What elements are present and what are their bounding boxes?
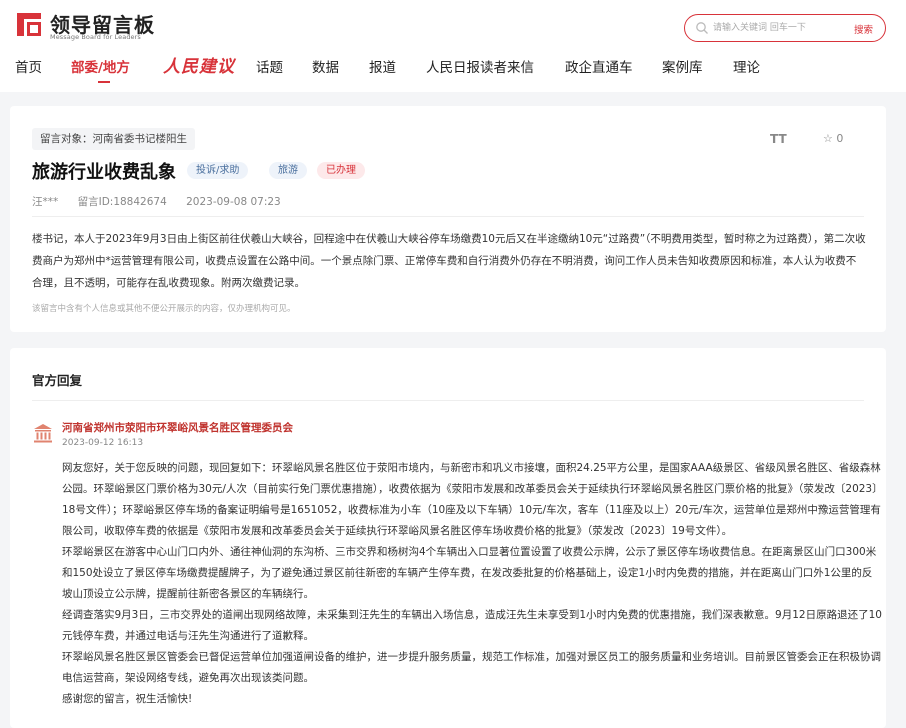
reply-paragraph: 感谢您的留言，祝生活愉快! (62, 693, 193, 705)
logo-subtitle: Message Board for Leaders (50, 33, 141, 41)
nav-reports[interactable]: 报道 (369, 56, 396, 76)
reply-body: 网友您好，关于您反映的问题，现回复如下：环翠峪风景名胜区位于荥阳市境内，与新密市… (62, 458, 882, 710)
nav-people-suggestions[interactable]: 人民建议 (163, 52, 235, 77)
reply-paragraph: 环翠峪风景名胜区景区管委会已督促运营单位加强道闸设备的维护，进一步提升服务质量，… (62, 651, 881, 684)
nav-theory[interactable]: 理论 (733, 56, 760, 76)
font-size-toggle-icon[interactable]: TT (770, 132, 787, 146)
status-badge: 已办理 (317, 162, 365, 179)
reply-org-name[interactable]: 河南省郑州市荥阳市环翠峪风景名胜区管理委员会 (62, 420, 293, 435)
type-tag[interactable]: 投诉/求助 (187, 162, 249, 179)
recipient-label: 留言对象：河南省委书记楼阳生 (32, 128, 195, 150)
reply-paragraph: 环翠峪景区在游客中心山门口内外、通往神仙洞的东沟桥、三市交界和杨树沟4个车辆出入… (62, 546, 877, 600)
message-time: 2023-09-08 07:23 (186, 196, 281, 208)
search-button[interactable]: 搜索 (854, 22, 873, 36)
search-icon (696, 22, 708, 34)
logo-mark-icon (17, 13, 41, 36)
reply-paragraph: 网友您好，关于您反映的问题，现回复如下：环翠峪风景名胜区位于荥阳市境内，与新密市… (62, 462, 881, 537)
message-body: 楼书记，本人于2023年9月3日由上街区前往伏羲山大峡谷，回程途中在伏羲山大峡谷… (32, 233, 866, 289)
search-input[interactable] (713, 19, 843, 37)
reply-paragraph: 经调查落实9月3日，三市交界处的道闸出现网络故障，未采集到汪先生的车辆出入场信息… (62, 609, 882, 642)
message-title: 旅游行业收费乱象 (32, 162, 176, 183)
nav-data[interactable]: 数据 (312, 56, 339, 76)
message-meta: 汪*** 留言ID:18842674 2023-09-08 07:23 (32, 194, 297, 209)
nav-topics[interactable]: 话题 (256, 56, 283, 76)
site-logo[interactable]: 领导留言板 Message Board for Leaders (15, 9, 165, 41)
author-name: 汪*** (32, 196, 59, 208)
privacy-note: 该留言中含有个人信息或其他不便公开展示的内容，仅办理机构可见。 (32, 304, 296, 314)
favorite-button[interactable]: ☆ 0 (823, 132, 843, 145)
divider (32, 400, 864, 401)
government-building-icon (34, 424, 52, 443)
reply-section-title: 官方回复 (32, 373, 83, 388)
nav-enterprise[interactable]: 政企直通车 (565, 56, 633, 76)
message-id: 留言ID:18842674 (77, 196, 167, 208)
message-card: 留言对象：河南省委书记楼阳生 TT ☆ 0 旅游行业收费乱象 投诉/求助 旅游 … (10, 106, 886, 332)
site-header: 领导留言板 Message Board for Leaders 搜索 首页 部委… (0, 0, 906, 92)
reply-time: 2023-09-12 16:13 (62, 438, 144, 448)
nav-ministries[interactable]: 部委/地方 (71, 56, 130, 76)
nav-home[interactable]: 首页 (15, 56, 42, 76)
search-box: 搜索 (684, 14, 886, 42)
reply-card: 官方回复 河南省郑州市荥阳市环翠峪风景名胜区管理委员会 2023-09-12 1… (10, 348, 886, 728)
nav-active-indicator (98, 81, 110, 83)
star-icon: ☆ (823, 132, 833, 145)
category-tag[interactable]: 旅游 (269, 162, 307, 179)
divider (32, 216, 864, 217)
nav-reader-letters[interactable]: 人民日报读者来信 (426, 56, 534, 76)
favorite-count: 0 (836, 132, 844, 145)
nav-cases[interactable]: 案例库 (662, 56, 703, 76)
